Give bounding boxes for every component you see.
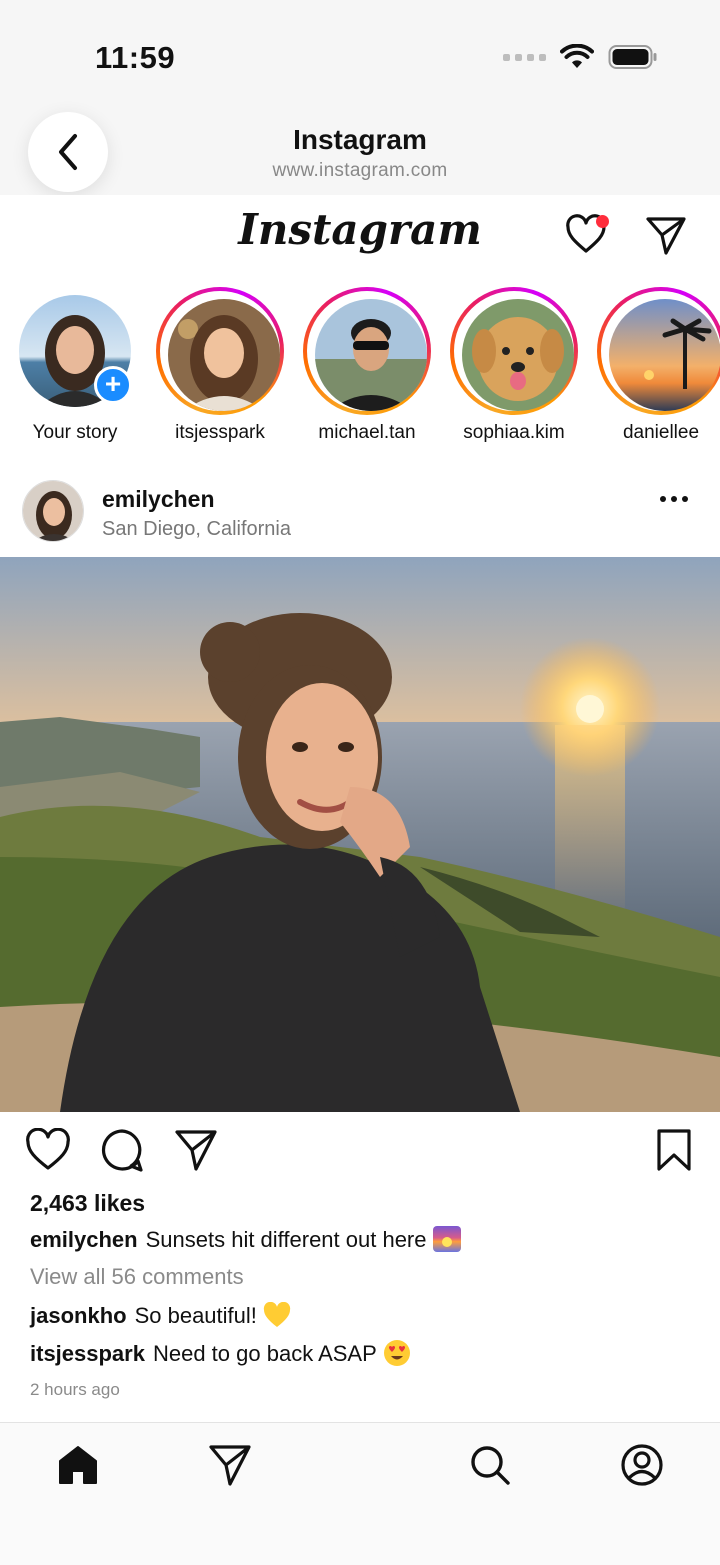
status-time: 11:59 [95,40,176,75]
profile-icon[interactable] [620,1443,664,1487]
story-label: daniellee [622,422,700,443]
post-location[interactable]: San Diego, California [102,518,291,541]
story-avatar [609,299,720,411]
page-url: www.instagram.com [272,160,448,181]
story-ring [303,287,431,415]
story-ring [597,287,720,415]
stories-row: + Your story itsjesspark michael.tan sop… [0,282,720,462]
view-all-comments-link[interactable]: View all 56 comments [30,1264,244,1290]
wifi-icon [560,44,594,68]
sunset-emoji-icon [432,1226,461,1252]
comment-username[interactable]: jasonkho [30,1303,127,1328]
post-header: emilychen San Diego, California [0,472,720,556]
instagram-top-bar: Instagram [0,195,720,280]
heart-eyes-emoji-icon [383,1340,410,1366]
add-story-button[interactable]: + [94,366,132,404]
comment-item: itsjesspark Need to go back ASAP [30,1339,411,1367]
instagram-logo[interactable]: Instagram [0,205,720,254]
bottom-navigation [0,1422,720,1565]
caption-text: Sunsets hit different out here [145,1227,427,1252]
post-actions [0,1128,720,1178]
home-icon[interactable] [56,1443,100,1487]
share-icon[interactable] [174,1128,218,1172]
comment-text: Need to go back ASAP [152,1341,377,1366]
post-time-ago: 2 hours ago [30,1380,120,1399]
story-avatar [462,299,574,411]
status-bar: 11:59 [0,0,720,110]
comment-icon[interactable] [100,1128,144,1172]
caption-username[interactable]: emilychen [30,1227,138,1252]
story-label: sophiaa.kim [463,422,565,443]
story-label: itsjesspark [175,422,265,443]
direct-message-icon[interactable] [644,213,688,257]
likes-count[interactable]: 2,463 likes [30,1190,145,1217]
story-avatar [168,299,280,411]
search-icon[interactable] [468,1443,512,1487]
signal-icon [503,53,546,61]
yellow-heart-emoji-icon [263,1302,291,1327]
post-caption: emilychen Sunsets hit different out here [30,1226,461,1253]
status-icons [503,44,658,70]
bookmark-icon[interactable] [654,1128,694,1172]
story-label: Your story [32,422,118,443]
story-ring [156,287,284,415]
battery-icon [608,45,657,69]
notification-dot [596,215,609,228]
browser-header: Instagram www.instagram.com [0,110,720,205]
page-title: Instagram [293,124,427,155]
story-ring [450,287,578,415]
comment-item: jasonkho So beautiful! [30,1302,291,1329]
comment-text: So beautiful! [134,1303,257,1328]
post-author-username[interactable]: emilychen [102,486,215,513]
direct-message-nav-icon[interactable] [208,1443,252,1487]
story-label: michael.tan [318,422,416,443]
post-author-avatar[interactable] [22,480,84,542]
story-avatar [315,299,427,411]
like-heart-icon[interactable] [26,1128,70,1172]
post-image[interactable] [0,557,720,1112]
comment-username[interactable]: itsjesspark [30,1341,145,1366]
more-icon[interactable] [660,496,688,502]
